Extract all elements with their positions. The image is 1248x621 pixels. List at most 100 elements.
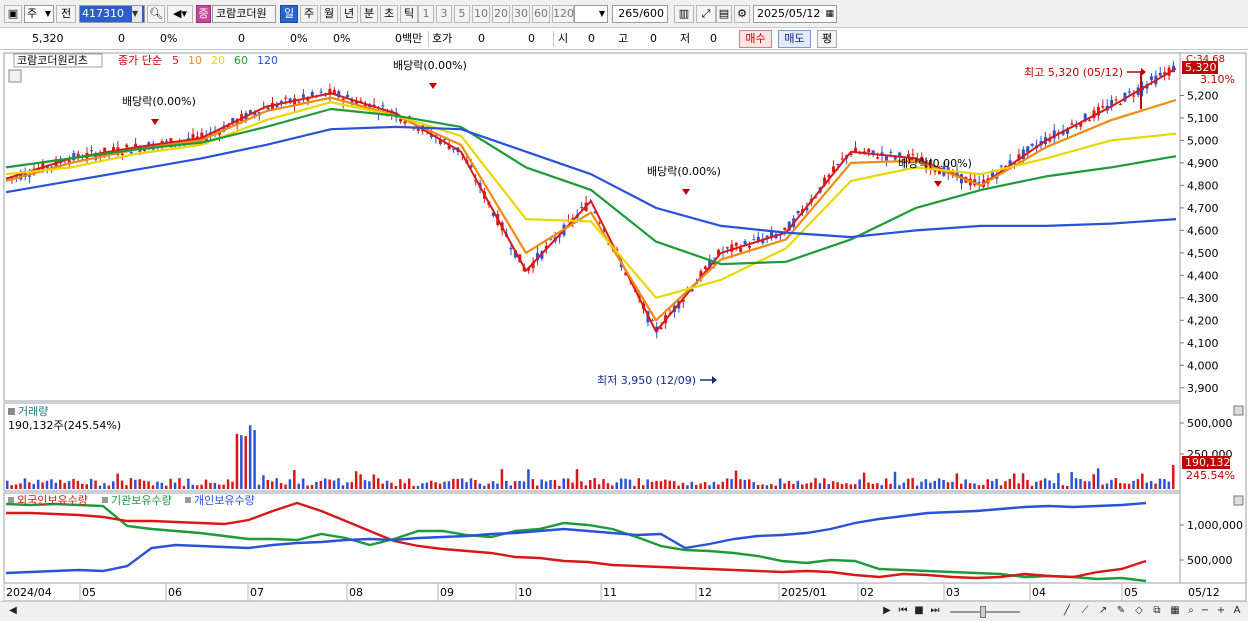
scroll-right-icon[interactable]: ▶ — [880, 605, 894, 619]
volume-bar — [103, 483, 106, 489]
volume-bar — [606, 483, 610, 489]
volume-bar — [487, 483, 490, 489]
volume-bar — [447, 481, 451, 489]
panel-toggle-icon[interactable] — [8, 408, 15, 415]
volume-bar — [1167, 481, 1171, 489]
grid-toggle-icon[interactable] — [8, 69, 22, 83]
volume-bar — [14, 484, 18, 489]
high-annotation: 최고 5,320 (05/12) — [1024, 66, 1123, 79]
candle-body — [129, 151, 133, 154]
y-tick-label: 4,700 — [1187, 202, 1219, 215]
y-tick-label: 5,100 — [1187, 112, 1219, 125]
zoom-slider-handle[interactable] — [980, 606, 986, 618]
interval-button[interactable]: 20 — [492, 5, 510, 23]
period-button[interactable]: 월 — [320, 5, 338, 23]
volume-bar — [929, 482, 932, 489]
speaker-icon[interactable]: ◀▾ — [167, 5, 193, 23]
close-icon[interactable] — [1233, 495, 1244, 506]
hoga-value-1: 0 — [478, 32, 485, 45]
high-label: 고 — [618, 32, 629, 45]
volume-bar — [1110, 479, 1113, 489]
volume-bar — [787, 480, 791, 489]
zoom-icon[interactable]: ⤢ — [696, 5, 716, 23]
buy-button[interactable]: 매수 — [739, 30, 772, 48]
volume-bar — [619, 478, 623, 489]
volume-bar — [1052, 483, 1056, 489]
volume-bar — [1004, 481, 1007, 489]
interval-button[interactable]: 10 — [472, 5, 490, 23]
candle-body — [165, 140, 168, 142]
volume-bar — [765, 485, 769, 489]
period-button[interactable]: 틱 — [400, 5, 418, 23]
y-tick-label: 4,000 — [1187, 359, 1219, 372]
save-icon[interactable]: ▤ — [716, 5, 732, 23]
low-annotation: 최저 3,950 (12/09) — [597, 374, 696, 387]
scroll-left-icon[interactable]: ◀ — [6, 605, 20, 619]
volume-bar — [544, 481, 548, 489]
candle-body — [937, 170, 941, 175]
volume-bar — [98, 485, 102, 489]
prev-button[interactable]: 전 — [56, 5, 76, 23]
scroll-last-icon[interactable]: ⏭ — [928, 605, 942, 619]
volume-value-label: 190,132주(245.54%) — [8, 419, 121, 432]
volume-bar — [438, 483, 442, 489]
candle-icon[interactable]: ▥ — [674, 5, 694, 23]
gear-icon[interactable]: ⚙ — [734, 5, 750, 23]
draw-arrow-icon[interactable]: ↗ — [1096, 605, 1110, 619]
volume-bar — [173, 482, 177, 489]
interval-button[interactable]: 60 — [532, 5, 550, 23]
period-button[interactable]: 주 — [300, 5, 318, 23]
volume-bar — [1061, 485, 1065, 489]
search-icon[interactable]: 🔍︎ — [147, 5, 165, 23]
volume-bar — [845, 483, 848, 489]
copy-icon[interactable]: ⧉ — [1150, 605, 1164, 619]
interval-button[interactable]: 120 — [552, 5, 574, 23]
period-button[interactable]: 년 — [340, 5, 358, 23]
period-button[interactable]: 일 — [280, 5, 298, 23]
sell-button[interactable]: 매도 — [778, 30, 811, 48]
layout-icon[interactable]: ▦ — [1168, 605, 1182, 619]
draw-line-icon[interactable]: ╱ — [1060, 605, 1074, 619]
ma-legend-item: 60 — [234, 54, 248, 67]
stock-code-input[interactable]: 417310 ▼ — [79, 5, 145, 23]
date-input[interactable]: 2025/05/12 ▦ — [753, 5, 837, 23]
volume-bar — [222, 484, 225, 489]
volume-bar — [412, 485, 415, 489]
zoom-in-icon[interactable]: + — [1214, 605, 1228, 619]
volume-bar — [474, 479, 477, 489]
period-button[interactable]: 초 — [380, 5, 398, 23]
stop-icon[interactable]: ■ — [912, 605, 926, 619]
volume-bar — [248, 425, 252, 489]
interval-button[interactable]: 3 — [436, 5, 452, 23]
count-display[interactable]: 265/600 — [612, 5, 668, 23]
window-icon[interactable]: ▣ — [4, 5, 22, 23]
volume-bar — [1070, 472, 1073, 489]
font-size-icon[interactable]: A — [1230, 605, 1244, 619]
volume-bar — [460, 478, 464, 489]
volume-bar — [703, 482, 707, 489]
interval-button[interactable]: 30 — [512, 5, 530, 23]
candle-body — [840, 158, 844, 160]
period-button[interactable]: 분 — [360, 5, 378, 23]
draw-tools-icon[interactable]: ✎ — [1114, 605, 1128, 619]
candle-body — [725, 247, 729, 249]
stock-chart[interactable]: 5,200 5,100 5,000 4,900 4,800 4,700 4,600 4,500… — [0, 51, 1248, 601]
volume-bar — [1154, 483, 1157, 489]
draw-shape-icon[interactable]: ◇ — [1132, 605, 1146, 619]
close-icon[interactable] — [1233, 405, 1244, 416]
volume-bar — [717, 484, 720, 489]
volume-bar — [195, 485, 199, 489]
volume-bar — [112, 481, 115, 489]
avg-button[interactable]: 평 — [817, 30, 837, 48]
market-select[interactable]: 주 ▼ — [24, 5, 54, 23]
magnify-icon[interactable]: ⌕ — [1184, 605, 1198, 619]
interval-button[interactable]: 5 — [454, 5, 470, 23]
draw-ray-icon[interactable]: ⟋ — [1078, 605, 1092, 619]
volume-bar — [531, 479, 535, 489]
scroll-first-icon[interactable]: ⏮ — [896, 605, 910, 619]
chart-scrollbar[interactable]: ◀ ▶ ⏮ ■ ⏭ ╱ ⟋ ↗ ✎ ◇ ⧉ ▦ ⌕ − + A — [0, 601, 1248, 621]
interval-input[interactable]: ▼ — [574, 5, 608, 23]
zoom-out-icon[interactable]: − — [1198, 605, 1212, 619]
volume-bar — [960, 483, 963, 489]
interval-button[interactable]: 1 — [418, 5, 434, 23]
